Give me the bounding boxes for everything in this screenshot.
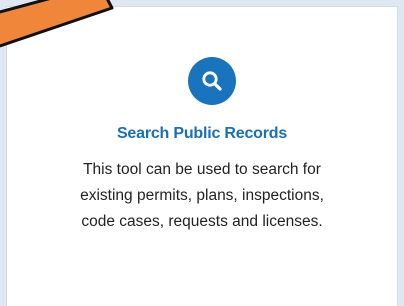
card-description: This tool can be used to search for exis… (80, 161, 324, 230)
search-icon (202, 71, 222, 91)
search-button[interactable] (188, 57, 236, 105)
card-title-link[interactable]: Search Public Records (7, 125, 397, 143)
search-public-records-card[interactable]: Search Public Records This tool can be u… (6, 6, 398, 306)
